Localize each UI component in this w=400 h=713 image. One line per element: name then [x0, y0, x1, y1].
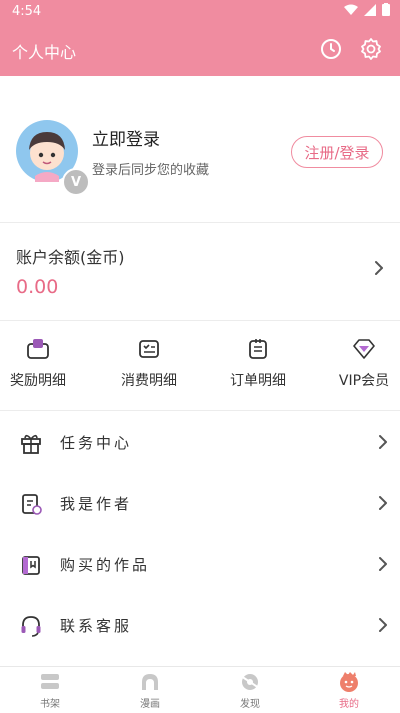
headset-icon: [21, 616, 41, 637]
comic-icon: [142, 674, 158, 690]
quick-action-label: 消费明细: [121, 373, 177, 389]
settings-button[interactable]: [358, 36, 384, 62]
page-title: 个人中心: [12, 43, 77, 62]
expense-icon: [139, 340, 159, 358]
balance-label: 账户余额(金币): [16, 248, 125, 267]
vip-diamond-icon: [353, 339, 375, 359]
quick-actions: 奖励明细 消费明细 订单明细 VIP会员: [0, 322, 400, 406]
menu-item-contact-support[interactable]: 联系客服: [0, 595, 400, 656]
quick-action-label: 奖励明细: [10, 373, 66, 389]
chevron-right-icon: [379, 557, 387, 571]
tab-label: 漫画: [140, 699, 160, 710]
quick-action-label: 订单明细: [230, 373, 286, 389]
system-icons: [344, 3, 390, 16]
quick-action-label: VIP会员: [338, 373, 390, 389]
tab-mine[interactable]: 我的: [319, 671, 379, 710]
tab-label: 书架: [40, 699, 60, 710]
discover-icon: [240, 674, 260, 690]
app-bar: 个人中心: [0, 24, 400, 76]
register-login-button[interactable]: 注册/登录: [291, 136, 383, 168]
mine-icon: [340, 672, 358, 692]
order-details-item[interactable]: 订单明细: [216, 336, 300, 390]
tab-label: 我的: [339, 699, 359, 710]
reward-details-item[interactable]: 奖励明细: [0, 336, 80, 390]
clock-icon: [321, 39, 341, 59]
reward-icon: [27, 339, 49, 359]
signal-icon: [364, 3, 376, 16]
divider: [0, 320, 400, 321]
author-icon: [22, 494, 42, 515]
chevron-right-icon: [375, 261, 383, 275]
expense-details-item[interactable]: 消费明细: [107, 336, 191, 390]
status-time: 4:54: [12, 4, 42, 19]
gift-icon: [21, 434, 41, 454]
balance-row[interactable]: 账户余额(金币) 0.00: [0, 226, 400, 318]
history-button[interactable]: [318, 36, 344, 62]
divider: [0, 222, 400, 223]
tab-bookshelf[interactable]: 书架: [20, 671, 80, 710]
login-title[interactable]: 立即登录: [92, 125, 160, 150]
menu-label: 我是作者: [60, 495, 133, 513]
balance-value: 0.00: [16, 276, 59, 298]
tab-label: 发现: [240, 699, 260, 710]
menu-label: 购买的作品: [60, 556, 151, 574]
menu-item-i-am-author[interactable]: 我是作者: [0, 473, 400, 534]
menu-label: 任务中心: [60, 434, 133, 452]
order-icon: [249, 339, 267, 359]
bottom-tab-bar: 书架 漫画 发现 我的: [0, 666, 400, 713]
chevron-right-icon: [379, 496, 387, 510]
tab-discover[interactable]: 发现: [220, 671, 280, 710]
menu-item-purchased-works[interactable]: 购买的作品: [0, 534, 400, 595]
login-subtitle: 登录后同步您的收藏: [92, 163, 210, 178]
status-bar: 4:54: [0, 0, 400, 24]
battery-icon: [382, 3, 390, 16]
wifi-icon: [344, 4, 358, 15]
chevron-right-icon: [379, 435, 387, 449]
menu-item-task-center[interactable]: 任务中心: [0, 412, 400, 473]
divider: [0, 410, 400, 411]
bookshelf-icon: [41, 674, 59, 689]
gear-icon: [361, 38, 381, 60]
vip-member-item[interactable]: VIP会员: [322, 336, 400, 390]
menu-label: 联系客服: [60, 617, 133, 635]
chevron-right-icon: [379, 618, 387, 632]
purchased-icon: [22, 556, 40, 575]
profile-card[interactable]: V 立即登录 登录后同步您的收藏 注册/登录: [0, 76, 400, 221]
tab-comics[interactable]: 漫画: [120, 671, 180, 710]
vip-badge: V: [62, 168, 90, 196]
